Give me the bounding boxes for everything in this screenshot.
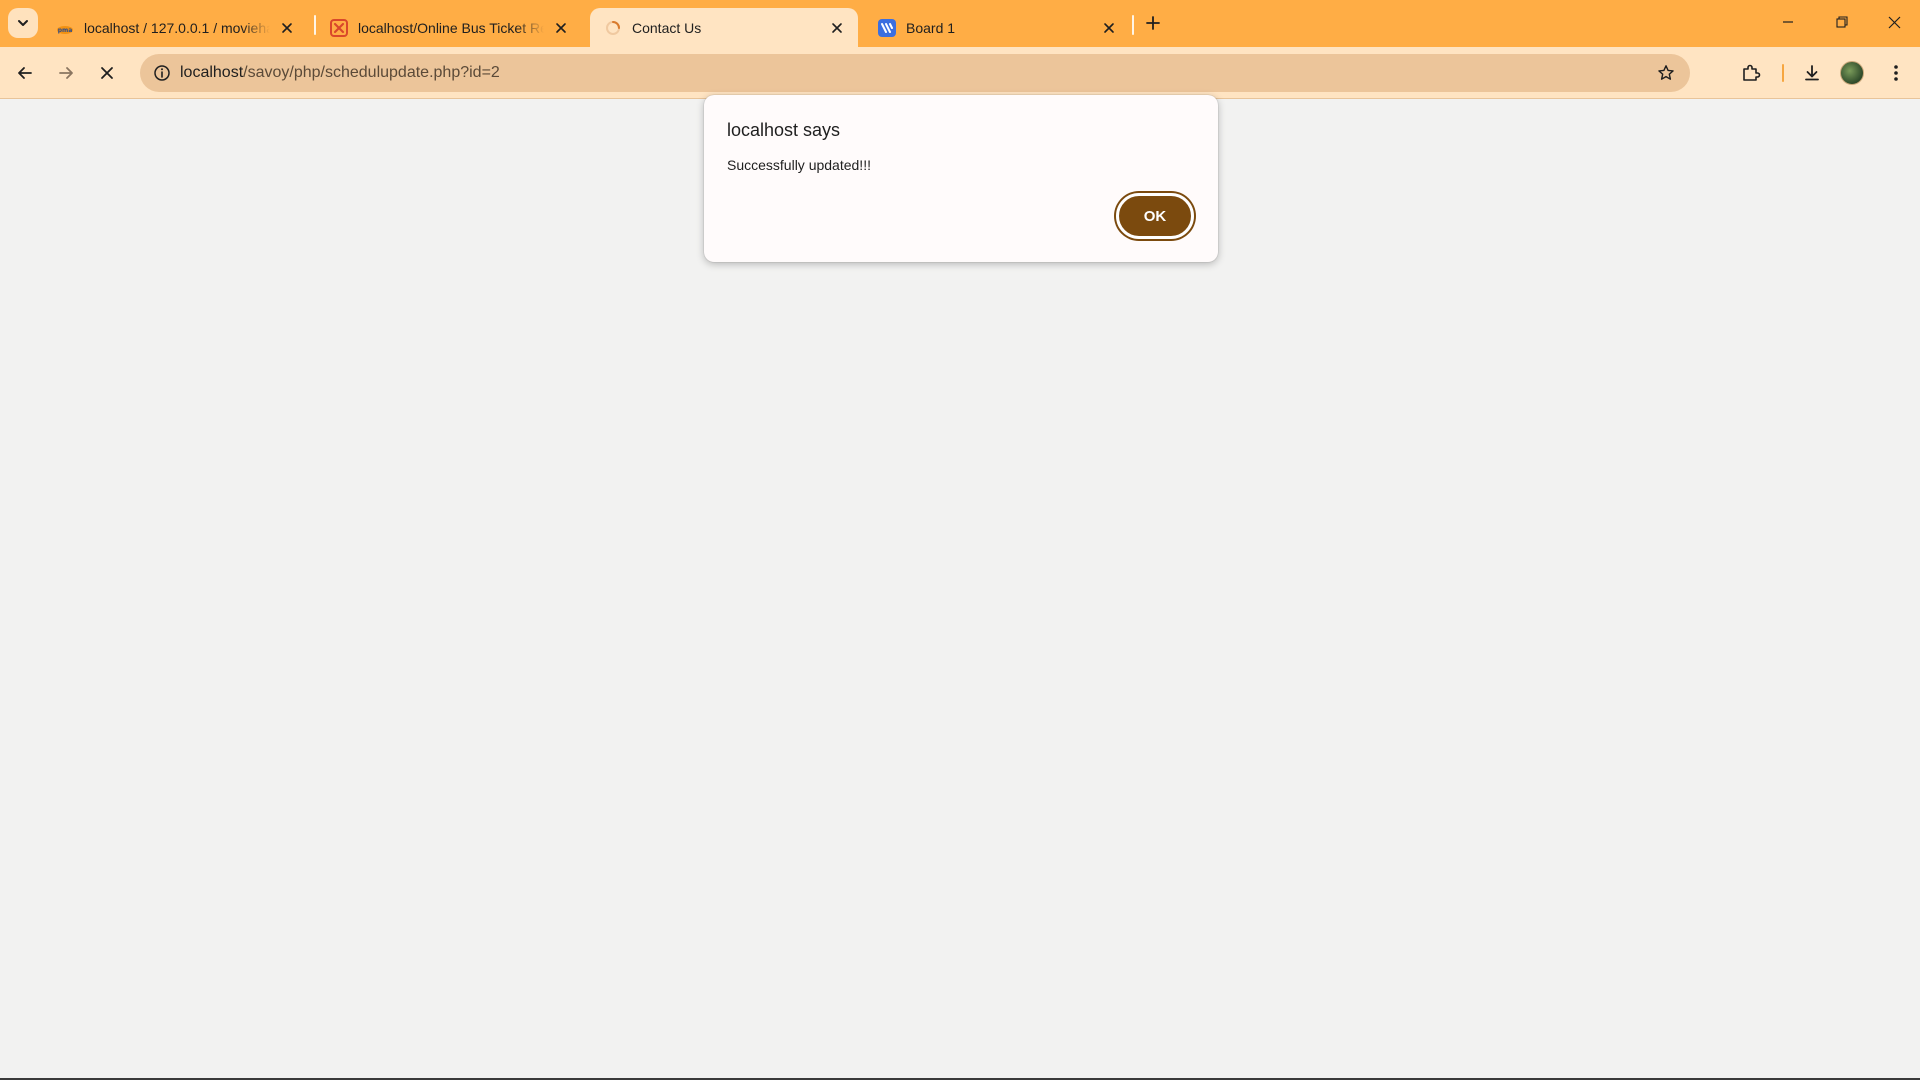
tab-title: Board 1 — [906, 19, 956, 36]
bookmark-star-icon[interactable] — [1652, 59, 1680, 87]
profile-avatar[interactable] — [1840, 61, 1864, 85]
back-button[interactable] — [9, 57, 41, 89]
forward-button[interactable] — [50, 57, 82, 89]
minimize-icon — [1783, 21, 1793, 23]
dialog-title: localhost says — [727, 120, 841, 140]
close-icon — [1888, 16, 1900, 28]
tab-title: Contact Us — [632, 19, 702, 36]
svg-text:pma: pma — [58, 27, 73, 34]
tab-phpmyadmin[interactable]: pma localhost / 127.0.0.1 / moviehall — [42, 8, 308, 47]
address-bar[interactable]: localhost/savoy/php/schedulupdate.php?id… — [140, 54, 1690, 92]
close-icon[interactable] — [550, 17, 572, 39]
alert-dialog: localhost says Successfully updated!!! O… — [704, 95, 1218, 262]
puzzle-piece-icon — [1743, 64, 1761, 81]
tab-board[interactable]: Board 1 — [864, 8, 1130, 47]
more-vert-icon — [1894, 65, 1898, 81]
tab-divider — [1132, 15, 1134, 35]
miro-icon — [878, 18, 896, 37]
address-url[interactable]: localhost/savoy/php/schedulupdate.php?id… — [180, 54, 500, 92]
close-icon — [101, 67, 113, 79]
loading-icon — [604, 19, 622, 37]
new-tab-button[interactable] — [1140, 10, 1166, 36]
forward-arrow-icon — [59, 67, 73, 79]
tab-bus-ticket[interactable]: localhost/Online Bus Ticket Reservation — [316, 8, 582, 47]
url-path: /savoy/php/schedulupdate.php?id=2 — [243, 64, 500, 81]
stop-loading-button[interactable] — [91, 57, 123, 89]
site-info-icon[interactable] — [148, 59, 176, 87]
restore-icon — [1836, 16, 1848, 28]
url-host: localhost — [180, 64, 244, 81]
tab-title: localhost/Online Bus Ticket Reservation — [358, 19, 544, 36]
chevron-down-icon — [18, 20, 28, 26]
tab-title: localhost / 127.0.0.1 / moviehall — [84, 19, 270, 36]
close-icon[interactable] — [1098, 17, 1120, 39]
close-window-button[interactable] — [1866, 0, 1920, 44]
tab-strip: pma localhost / 127.0.0.1 / moviehall lo… — [0, 0, 1920, 47]
phpmyadmin-icon: pma — [56, 19, 74, 37]
extensions-button[interactable] — [1735, 57, 1767, 89]
dialog-message: Successfully updated!!! — [727, 157, 871, 173]
xampp-icon — [330, 18, 348, 37]
restore-button[interactable] — [1814, 0, 1870, 44]
plus-icon — [1146, 16, 1160, 30]
minimize-button[interactable] — [1760, 0, 1816, 44]
ok-button[interactable]: OK — [1116, 193, 1194, 239]
menu-button[interactable] — [1880, 57, 1912, 89]
download-icon — [1805, 65, 1819, 81]
close-icon[interactable] — [276, 17, 298, 39]
downloads-button[interactable] — [1796, 57, 1828, 89]
toolbar-divider — [1782, 64, 1784, 82]
tab-contact-us[interactable]: Contact Us — [590, 8, 858, 47]
back-arrow-icon — [18, 67, 32, 79]
close-icon[interactable] — [826, 17, 848, 39]
browser-toolbar: localhost/savoy/php/schedulupdate.php?id… — [0, 47, 1920, 99]
tab-search-button[interactable] — [8, 8, 38, 38]
